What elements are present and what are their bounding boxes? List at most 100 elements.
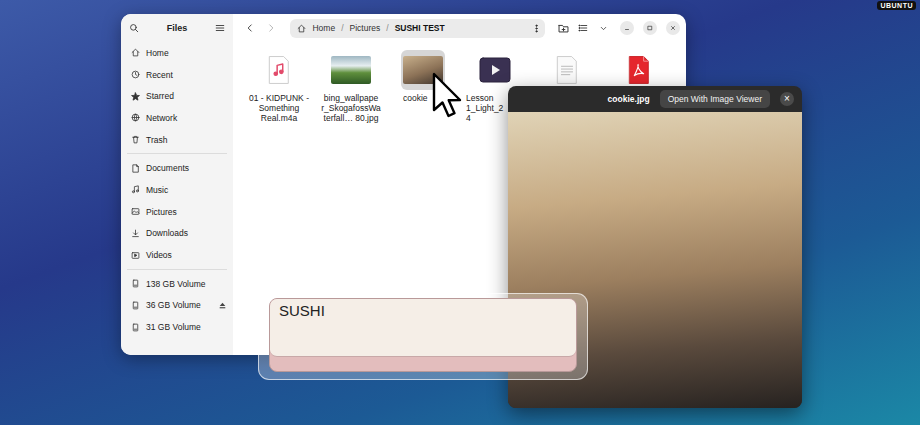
- sidebar-group: Home Recent Starred Network Trash: [121, 42, 233, 150]
- header-bar: Home/Pictures/SUSHI TEST: [233, 14, 686, 42]
- sidebar-separator: [127, 269, 227, 270]
- file-name-line[interactable]: Something: [243, 103, 315, 113]
- app-title: Files: [167, 23, 188, 33]
- sidebar-item[interactable]: 36 GB Volume: [121, 295, 233, 317]
- sidebar-item[interactable]: Network: [121, 107, 233, 129]
- list-icon: [578, 23, 588, 33]
- sidebar-item[interactable]: 31 GB Volume: [121, 316, 233, 338]
- file-item[interactable]: bing_wallpaper_SkogafossWaterfall… 80.jp…: [315, 50, 387, 123]
- eject-slot: [218, 113, 227, 122]
- file-name[interactable]: 01 - KIDPUNK -SomethingReal.m4a: [243, 93, 315, 123]
- sidebar-label[interactable]: Starred: [146, 91, 212, 101]
- sidebar-label[interactable]: Network: [146, 113, 212, 123]
- open-with-button[interactable]: Open With Image Viewer: [660, 90, 770, 108]
- sidebar-item[interactable]: Home: [121, 42, 233, 64]
- video-file-icon: [479, 54, 511, 86]
- network-icon: [131, 113, 140, 122]
- eject-slot: [218, 323, 227, 332]
- view-options-button[interactable]: [595, 20, 611, 36]
- sidebar-label[interactable]: Documents: [146, 163, 212, 173]
- key-cap: SUSHI: [269, 298, 577, 372]
- file-item[interactable]: 01 - KIDPUNK -SomethingReal.m4a: [243, 50, 315, 123]
- search-icon: [129, 23, 139, 33]
- preview-close-button[interactable]: ×: [780, 92, 794, 106]
- preview-title: cookie.jpg: [608, 94, 650, 104]
- sidebar-label[interactable]: Music: [146, 185, 212, 195]
- new-folder-button[interactable]: [555, 20, 571, 36]
- back-icon: [245, 23, 255, 33]
- logo-badge: UBUNTU: [877, 1, 916, 10]
- file-name-line[interactable]: terfall… 80.jpg: [315, 113, 387, 123]
- pdf-file-icon: [626, 54, 652, 86]
- maximize-icon: [646, 24, 654, 32]
- file-name-line[interactable]: bing_wallpape: [315, 93, 387, 103]
- path-separator: /: [386, 23, 388, 33]
- file-icon-box[interactable]: [545, 50, 589, 90]
- sidebar-item[interactable]: Music: [121, 179, 233, 201]
- sidebar-label[interactable]: Recent: [146, 70, 212, 80]
- path-segment[interactable]: SUSHI TEST: [395, 23, 445, 33]
- drive-icon: [131, 323, 140, 332]
- eject-slot: [218, 251, 227, 260]
- file-icon-box[interactable]: [329, 50, 373, 90]
- sidebar-item[interactable]: Recent: [121, 64, 233, 86]
- file-icon-box[interactable]: [473, 50, 517, 90]
- path-bar[interactable]: Home/Pictures/SUSHI TEST: [290, 19, 545, 38]
- eject-slot: [218, 164, 227, 173]
- minimize-button[interactable]: [620, 21, 634, 35]
- sidebar-label[interactable]: Home: [146, 48, 212, 58]
- sidebar-label[interactable]: 138 GB Volume: [146, 279, 212, 289]
- sidebar-item[interactable]: 138 GB Volume: [121, 273, 233, 295]
- forward-icon: [266, 23, 276, 33]
- back-button[interactable]: [241, 18, 260, 38]
- eject-slot: [218, 229, 227, 238]
- drive-icon: [131, 301, 140, 310]
- eject-slot: [218, 135, 227, 144]
- clock-icon: [131, 70, 140, 79]
- sidebar-group: 138 GB Volume 36 GB Volume 31 GB Volume: [121, 273, 233, 338]
- sidebar-header: Files: [121, 14, 233, 42]
- file-name-line[interactable]: 01 - KIDPUNK -: [243, 93, 315, 103]
- picture-icon: [131, 207, 140, 216]
- file-name-line[interactable]: Real.m4a: [243, 113, 315, 123]
- sidebar-item[interactable]: Videos: [121, 244, 233, 266]
- sidebar-label[interactable]: Downloads: [146, 228, 212, 238]
- sidebar-separator: [127, 153, 227, 154]
- music-file-icon: [266, 54, 292, 86]
- home-icon: [131, 48, 140, 57]
- file-name[interactable]: bing_wallpaper_SkogafossWaterfall… 80.jp…: [315, 93, 387, 123]
- eject-slot: [218, 92, 227, 101]
- cursor-icon: [432, 72, 462, 118]
- drive-icon: [131, 279, 140, 288]
- path-segment[interactable]: Pictures: [350, 23, 381, 33]
- file-icon-box[interactable]: [617, 50, 661, 90]
- new-folder-icon: [558, 23, 569, 34]
- sidebar-item[interactable]: Pictures: [121, 201, 233, 223]
- eject-slot: [218, 70, 227, 79]
- home-icon: [297, 24, 306, 33]
- eject-slot: [218, 207, 227, 216]
- file-icon-box[interactable]: [257, 50, 301, 90]
- sidebar-item[interactable]: Starred: [121, 85, 233, 107]
- sidebar-group: Documents Music Pictures Downloads Videos: [121, 157, 233, 265]
- trash-icon: [131, 135, 140, 144]
- file-name-line[interactable]: r_SkogafossWa: [315, 103, 387, 113]
- eject-icon[interactable]: [218, 301, 227, 310]
- sushi-key: SUSHI: [258, 293, 588, 380]
- forward-button[interactable]: [262, 18, 281, 38]
- close-button[interactable]: [666, 21, 680, 35]
- maximize-button[interactable]: [643, 21, 657, 35]
- path-segment[interactable]: Home: [312, 23, 335, 33]
- eject-slot: [218, 48, 227, 57]
- sidebar-item[interactable]: Trash: [121, 129, 233, 151]
- sidebar-item[interactable]: Documents: [121, 157, 233, 179]
- sidebar-label[interactable]: Videos: [146, 250, 212, 260]
- sidebar-item[interactable]: Downloads: [121, 223, 233, 245]
- sidebar-label[interactable]: Pictures: [146, 207, 212, 217]
- sidebar-label[interactable]: Trash: [146, 135, 212, 145]
- view-button[interactable]: [575, 20, 591, 36]
- key-face: SUSHI: [270, 299, 576, 357]
- sidebar-label[interactable]: 36 GB Volume: [146, 300, 212, 310]
- sidebar-label[interactable]: 31 GB Volume: [146, 322, 212, 332]
- chevron-down-icon: [599, 24, 608, 33]
